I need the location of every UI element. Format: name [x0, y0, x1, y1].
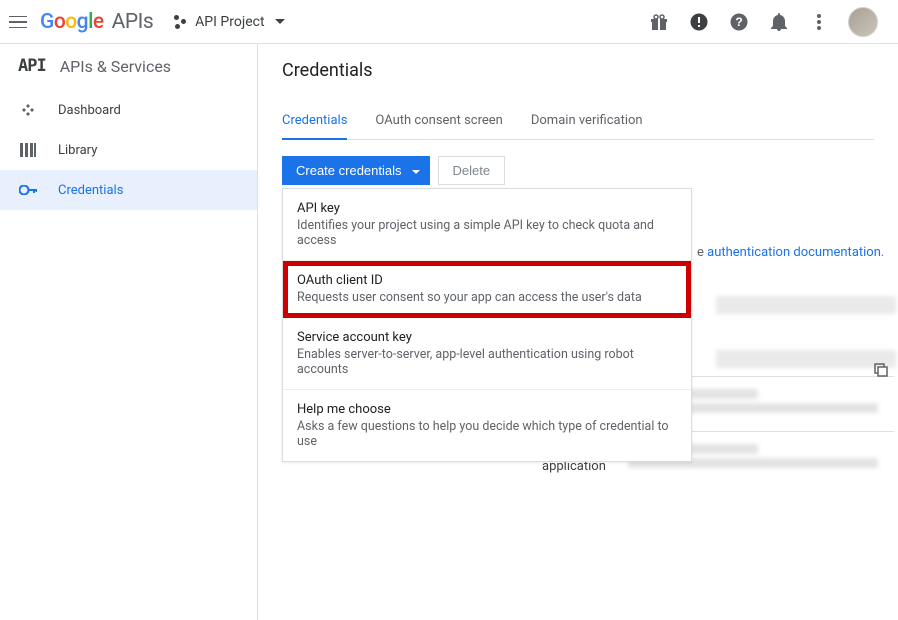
logo-apis: APIs	[112, 10, 154, 34]
google-logo: Google	[40, 10, 104, 34]
project-icon	[171, 13, 189, 31]
sidebar-item-dashboard[interactable]: Dashboard	[0, 90, 257, 130]
bell-icon[interactable]	[768, 11, 790, 33]
dropdown-item-desc: Requests user consent so your app can ac…	[297, 290, 677, 305]
sidebar-title: API APIs & Services	[0, 56, 257, 90]
top-bar: Google APIs API Project ?	[0, 0, 898, 44]
tab-credentials[interactable]: Credentials	[282, 113, 347, 140]
topbar-actions: ?	[648, 7, 878, 37]
project-name: API Project	[195, 14, 264, 30]
dropdown-oauth-client-id[interactable]: OAuth client ID Requests user consent so…	[283, 261, 691, 318]
svg-text:?: ?	[735, 15, 742, 29]
dropdown-help-me-choose[interactable]: Help me choose Asks a few questions to h…	[283, 390, 691, 461]
dropdown-item-desc: Enables server-to-server, app-level auth…	[297, 347, 677, 377]
auth-doc-link[interactable]: authentication documentation.	[707, 245, 884, 260]
sidebar-item-label: Dashboard	[58, 103, 121, 118]
chevron-down-icon	[275, 14, 285, 29]
create-label: Create credentials	[296, 163, 402, 178]
sidebar-item-library[interactable]: Library	[0, 130, 257, 170]
create-credentials-button[interactable]: Create credentials	[282, 156, 430, 185]
toolbar: Create credentials Delete API key Identi…	[282, 156, 898, 185]
api-icon: API	[18, 56, 46, 76]
dropdown-item-title: API key	[297, 201, 677, 216]
delete-button[interactable]: Delete	[438, 156, 506, 185]
dropdown-item-title: Help me choose	[297, 402, 677, 417]
sidebar-item-label: Library	[58, 143, 97, 158]
key-icon	[18, 185, 38, 195]
dropdown-item-desc: Identifies your project using a simple A…	[297, 218, 677, 248]
menu-icon[interactable]	[6, 10, 30, 34]
tab-oauth-consent[interactable]: OAuth consent screen	[375, 113, 502, 139]
avatar[interactable]	[848, 7, 878, 37]
sidebar-item-label: Credentials	[58, 183, 123, 198]
project-selector[interactable]: API Project	[171, 13, 284, 31]
sidebar-title-text: APIs & Services	[60, 57, 171, 76]
chevron-down-icon	[412, 163, 420, 178]
main-content: Credentials Credentials OAuth consent sc…	[258, 44, 898, 620]
dropdown-item-title: Service account key	[297, 330, 677, 345]
page-title: Credentials	[282, 60, 898, 81]
tabs: Credentials OAuth consent screen Domain …	[282, 113, 874, 140]
create-credentials-dropdown: API key Identifies your project using a …	[282, 188, 692, 462]
dropdown-item-title: OAuth client ID	[297, 273, 677, 288]
dashboard-icon	[18, 102, 38, 118]
gift-icon[interactable]	[648, 11, 670, 33]
alert-icon[interactable]	[688, 11, 710, 33]
sidebar: API APIs & Services Dashboard Library Cr…	[0, 44, 258, 620]
tab-domain-verification[interactable]: Domain verification	[531, 113, 643, 139]
library-icon	[18, 143, 38, 157]
redacted-text	[716, 296, 896, 314]
dropdown-item-desc: Asks a few questions to help you decide …	[297, 419, 677, 449]
sidebar-item-credentials[interactable]: Credentials	[0, 170, 257, 210]
help-icon[interactable]: ?	[728, 11, 750, 33]
dropdown-service-account-key[interactable]: Service account key Enables server-to-se…	[283, 318, 691, 390]
more-icon[interactable]	[808, 11, 830, 33]
dropdown-api-key[interactable]: API key Identifies your project using a …	[283, 189, 691, 261]
